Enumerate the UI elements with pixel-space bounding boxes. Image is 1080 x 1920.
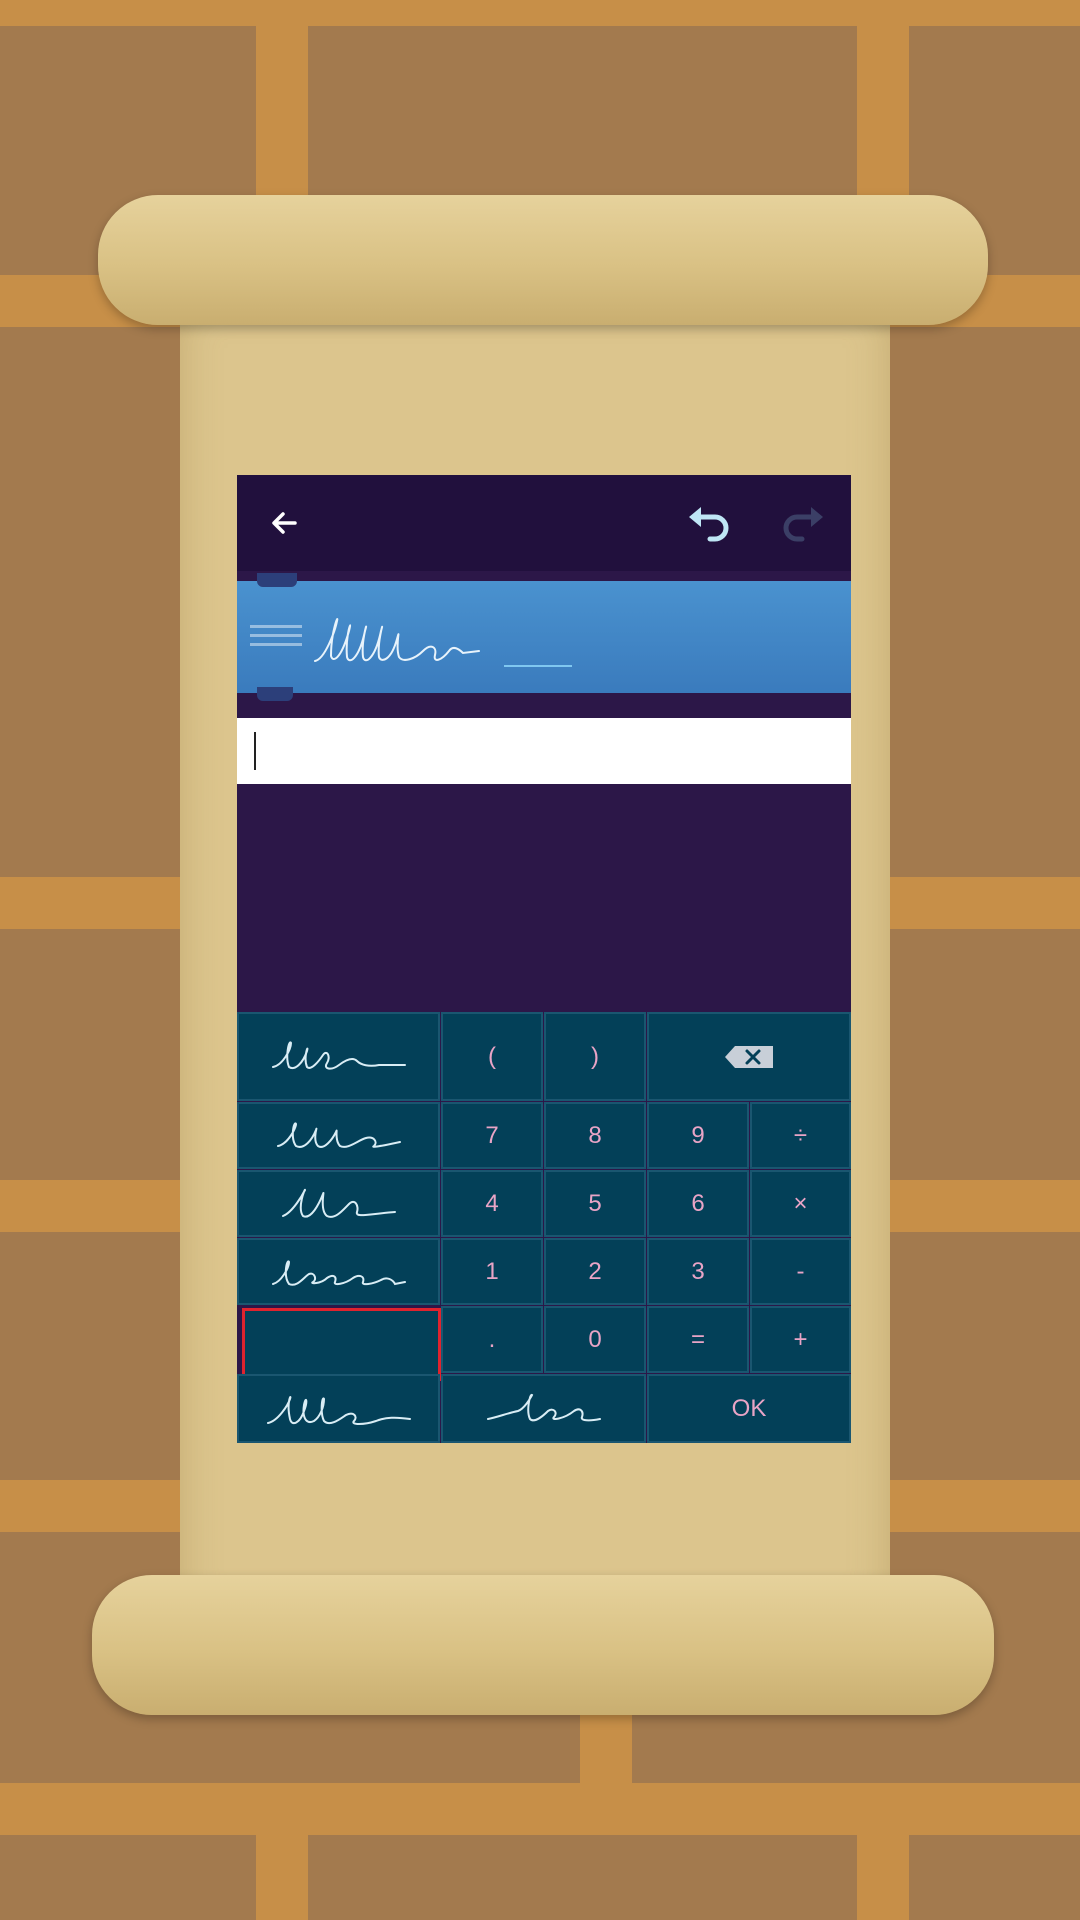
cursive-label-glyph: [276, 1121, 401, 1148]
scroll-top-roll: [98, 195, 988, 325]
cursive-label-glyph: [486, 1393, 601, 1421]
seven-key[interactable]: 7: [441, 1102, 543, 1169]
cursive-label-glyph: [271, 1040, 406, 1070]
expression-input-box[interactable]: [237, 718, 851, 784]
backspace-icon: [725, 1045, 773, 1068]
backspace-key[interactable]: [647, 1012, 851, 1101]
menu-icon[interactable]: [250, 625, 302, 651]
eight-key[interactable]: 8: [544, 1102, 646, 1169]
cursive-title-glyph: [314, 618, 480, 662]
function-key-3[interactable]: [237, 1170, 440, 1237]
expression-input[interactable]: [261, 728, 835, 774]
five-key[interactable]: 5: [544, 1170, 646, 1237]
six-key[interactable]: 6: [647, 1170, 749, 1237]
text-caret: [254, 732, 256, 770]
scroll-bottom-roll: [92, 1575, 994, 1715]
equals-key[interactable]: =: [647, 1306, 749, 1373]
zero-key[interactable]: 0: [544, 1306, 646, 1373]
nine-key[interactable]: 9: [647, 1102, 749, 1169]
arrow-left-icon: [272, 512, 297, 534]
blank-function-key[interactable]: [242, 1308, 441, 1381]
four-key[interactable]: 4: [441, 1170, 543, 1237]
title-underline: [504, 665, 572, 667]
cursive-label-glyph: [271, 1259, 406, 1286]
function-key-6[interactable]: [441, 1374, 646, 1443]
divide-key[interactable]: ÷: [750, 1102, 851, 1169]
redo-icon: [783, 507, 823, 542]
cursive-label-glyph: [266, 1395, 411, 1425]
open-paren-key[interactable]: (: [441, 1012, 543, 1101]
ok-button[interactable]: OK: [647, 1374, 851, 1443]
keypad: ( ) 7 8 9 ÷ 4 5 6 × 1 2 3 - . 0 = + OK: [237, 1012, 851, 1443]
function-key-5[interactable]: [237, 1374, 440, 1443]
toolbar: [237, 475, 851, 571]
cursive-label-glyph: [281, 1188, 396, 1218]
undo-button[interactable]: [683, 497, 735, 549]
undo-icon: [689, 507, 729, 542]
multiply-key[interactable]: ×: [750, 1170, 851, 1237]
redo-button[interactable]: [777, 497, 829, 549]
calculator-dialog: ( ) 7 8 9 ÷ 4 5 6 × 1 2 3 - . 0 = + OK: [237, 475, 851, 1443]
function-key-1[interactable]: [237, 1012, 440, 1101]
function-key-2[interactable]: [237, 1102, 440, 1169]
plus-key[interactable]: +: [750, 1306, 851, 1373]
one-key[interactable]: 1: [441, 1238, 543, 1305]
back-button[interactable]: [259, 497, 311, 549]
decimal-point-key[interactable]: .: [441, 1306, 543, 1373]
close-paren-key[interactable]: ): [544, 1012, 646, 1101]
minus-key[interactable]: -: [750, 1238, 851, 1305]
three-key[interactable]: 3: [647, 1238, 749, 1305]
header-banner: [237, 573, 851, 701]
function-key-4[interactable]: [237, 1238, 440, 1305]
two-key[interactable]: 2: [544, 1238, 646, 1305]
